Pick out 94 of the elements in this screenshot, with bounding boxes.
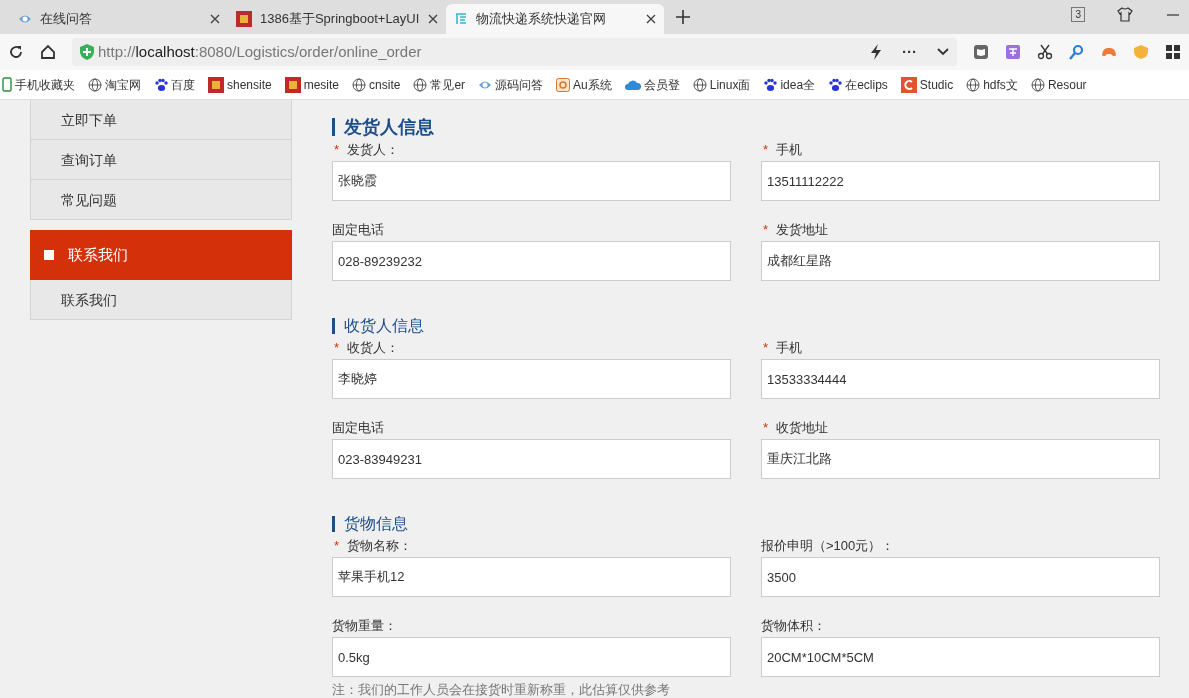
bookmark[interactable]: Linux面 — [692, 75, 751, 94]
bookmark[interactable]: 百度 — [154, 75, 195, 94]
sidebar-item[interactable]: 联系我们 — [30, 280, 292, 320]
shirt-icon[interactable] — [1117, 7, 1133, 22]
home-icon[interactable] — [40, 44, 56, 60]
input-field[interactable]: 20CM*10CM*5CM — [761, 637, 1160, 677]
url-text[interactable]: http://localhost:8080/Logistics/order/online_order — [98, 40, 422, 64]
globe-icon — [352, 77, 367, 92]
browser-tab[interactable]: 物流快递系统快递官网 — [446, 4, 664, 34]
field-label-text: 发货地址 — [776, 222, 829, 237]
close-icon — [428, 14, 438, 24]
globe-icon — [692, 77, 707, 92]
globe-icon — [1030, 77, 1045, 92]
favicon-icon — [284, 76, 301, 93]
required-mark: * — [334, 340, 340, 355]
bookmark[interactable]: Studic — [900, 75, 954, 94]
phone-icon — [2, 77, 12, 92]
bookmark[interactable]: cnsite — [352, 75, 401, 94]
paw-icon — [763, 77, 778, 92]
field-label-text: 手机 — [776, 142, 803, 157]
input-field[interactable]: 张晓霞 — [332, 161, 731, 201]
sidebar-item[interactable]: 查询订单 — [30, 140, 292, 180]
input-field[interactable]: 成都红星路 — [761, 241, 1160, 281]
bookmark[interactable]: 手机收藏夹 — [2, 75, 75, 94]
square-icon — [44, 250, 54, 260]
required-mark: * — [334, 142, 340, 157]
browser-tab[interactable]: 在线问答 — [10, 4, 228, 34]
scissors-icon[interactable] — [1037, 44, 1053, 60]
input-field[interactable]: 023-83949231 — [332, 439, 731, 479]
field-label-text: 收货地址 — [776, 420, 829, 435]
globe-icon — [88, 77, 102, 92]
section-title: 发货人信息 — [332, 118, 1160, 136]
input-field[interactable]: 苹果手机12 — [332, 557, 731, 597]
input-field[interactable]: 重庆江北路 — [761, 439, 1160, 479]
close-icon — [210, 14, 220, 24]
reload-icon[interactable] — [8, 44, 24, 60]
bookmark[interactable]: 会员登 — [624, 75, 680, 94]
c-badge-icon — [900, 76, 917, 93]
globe-icon — [413, 77, 428, 92]
field-label-text: 报价申明（>100元）： — [761, 538, 895, 553]
bookmark[interactable]: Au系统 — [556, 75, 612, 94]
input-field[interactable]: 13511112222 — [761, 161, 1160, 201]
bookmark[interactable]: 淘宝网 — [88, 75, 141, 94]
field-label-text: 货物名称： — [347, 538, 413, 553]
required-mark: * — [334, 538, 340, 553]
apps-grid-icon[interactable] — [1165, 44, 1181, 60]
field-label-text: 货物体积： — [761, 618, 826, 633]
field-label-text: 固定电话 — [332, 420, 384, 435]
field-label-text: 手机 — [776, 340, 803, 355]
required-mark: * — [763, 420, 769, 435]
globe-icon — [966, 77, 981, 92]
required-mark: * — [763, 142, 769, 157]
input-field[interactable]: 13533334444 — [761, 359, 1160, 399]
bookmark[interactable]: hdfs文 — [966, 75, 1018, 94]
more-button[interactable]: ··· — [902, 40, 917, 64]
required-mark: * — [763, 340, 769, 355]
input-field[interactable]: 3500 — [761, 557, 1160, 597]
book-icon[interactable] — [973, 44, 989, 60]
tab-count-badge[interactable]: 3 — [1071, 7, 1085, 22]
translate-icon[interactable] — [1005, 44, 1021, 60]
field-label-text: 收货人： — [347, 340, 400, 355]
field-label-text: 货物重量： — [332, 618, 397, 633]
bookmark[interactable]: idea全 — [763, 75, 816, 94]
paw-icon — [828, 77, 843, 92]
paw-icon — [154, 77, 168, 92]
section-title: 货物信息 — [332, 516, 1160, 532]
chevron-down-icon[interactable] — [937, 48, 949, 56]
bookmark[interactable]: 源码问答 — [478, 75, 544, 94]
search-icon[interactable] — [1069, 44, 1085, 60]
shield-icon — [80, 44, 94, 60]
lightning-icon[interactable] — [870, 44, 882, 60]
close-icon — [646, 14, 656, 24]
grid-badge-icon — [556, 77, 571, 92]
sidebar-item[interactable]: 常见问题 — [30, 180, 292, 220]
bookmark[interactable]: shensite — [208, 75, 272, 94]
sidebar-header-title: 联系我们 — [68, 244, 128, 265]
input-field[interactable]: 0.5kg — [332, 637, 731, 677]
sidebar-item[interactable]: 立即下单 — [30, 100, 292, 140]
favicon-icon — [236, 11, 252, 27]
favicon-icon — [208, 76, 224, 93]
note-text: 注：我们的工作人员会在接货时重新称重，此估算仅供参考 — [332, 681, 671, 698]
bookmark[interactable]: 在eclips — [828, 75, 888, 94]
browser-tab[interactable]: 1386基于Springboot+LayUI — [228, 4, 446, 34]
required-mark: * — [763, 222, 769, 237]
input-field[interactable]: 028-89239232 — [332, 241, 731, 281]
bookmark[interactable]: mesite — [284, 75, 340, 94]
input-field[interactable]: 李晓婷 — [332, 359, 731, 399]
field-label-text: 发货人： — [347, 142, 400, 157]
bookmark[interactable]: 常见er — [413, 75, 466, 94]
tab-favicon-icon — [454, 12, 468, 26]
new-tab-icon[interactable] — [676, 10, 690, 24]
field-label-text: 固定电话 — [332, 222, 384, 237]
bookmark[interactable]: Resour — [1030, 75, 1087, 94]
section-title: 收货人信息 — [332, 318, 1160, 334]
